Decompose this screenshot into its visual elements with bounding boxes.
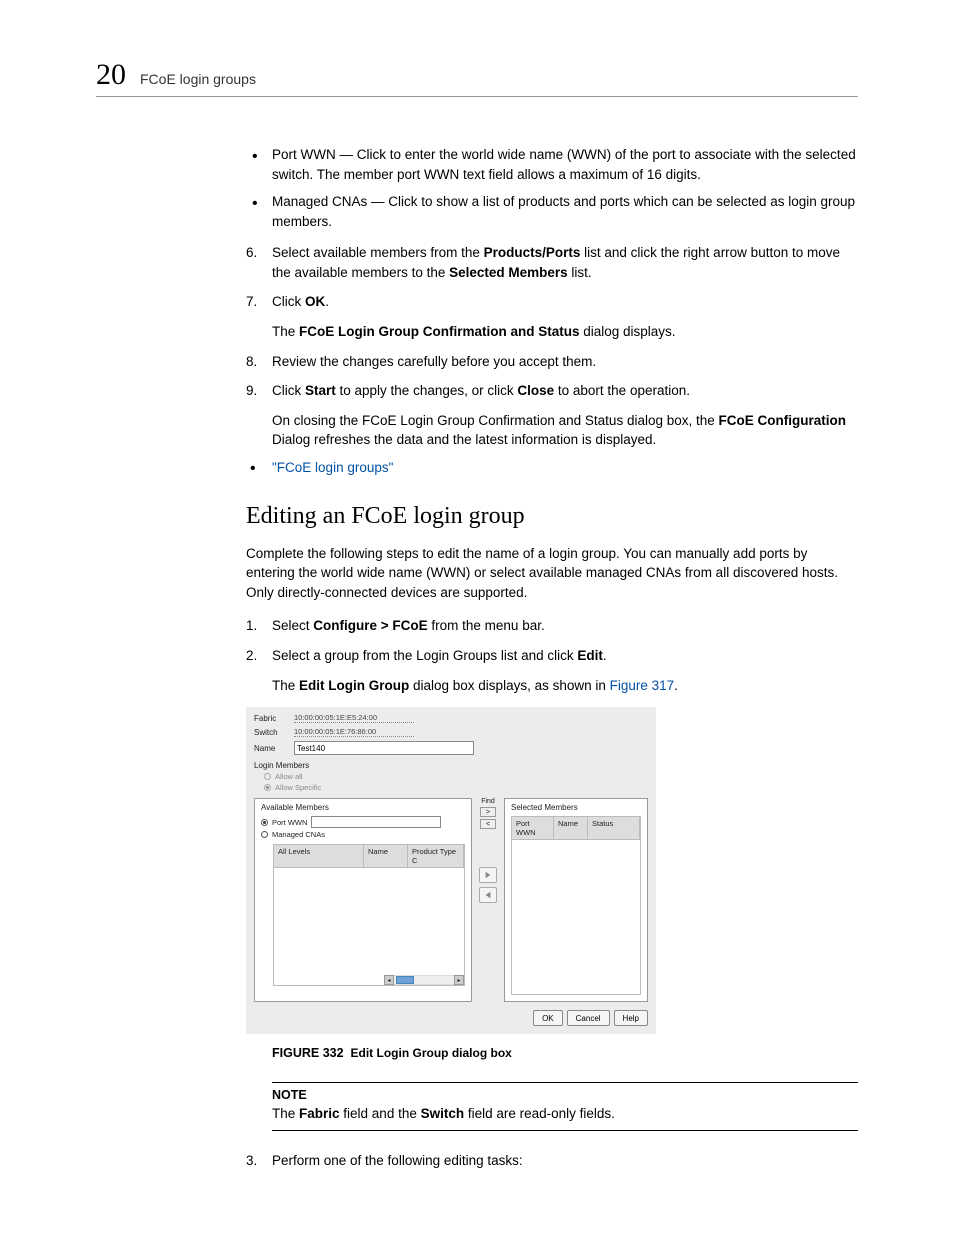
selected-members-panel: Selected Members Port WWN Name Status xyxy=(504,798,648,1002)
switch-label: Switch xyxy=(254,728,288,737)
note-body: The Fabric field and the Switch field ar… xyxy=(272,1105,858,1124)
transfer-controls: Find > < xyxy=(476,798,500,1002)
figure-caption: FIGURE 332 Edit Login Group dialog box xyxy=(246,1046,858,1060)
cancel-button[interactable]: Cancel xyxy=(567,1010,610,1026)
chevron-right-icon xyxy=(484,871,492,879)
step-item: 1.Select Configure > FCoE from the menu … xyxy=(246,616,858,636)
bullet-item: Port WWN — Click to enter the world wide… xyxy=(272,145,858,184)
step-item: 8.Review the changes carefully before yo… xyxy=(246,352,858,372)
note-block: NOTE The Fabric field and the Switch fie… xyxy=(272,1082,858,1130)
managed-cnas-radio[interactable]: Managed CNAs xyxy=(261,830,465,839)
bullet-item: Managed CNAs — Click to show a list of p… xyxy=(272,192,858,231)
step-item: 6.Select available members from the Prod… xyxy=(246,243,858,282)
move-right-button[interactable] xyxy=(479,867,497,883)
fabric-label: Fabric xyxy=(254,714,288,723)
find-label: Find xyxy=(481,798,495,805)
numbered-steps-b: 1.Select Configure > FCoE from the menu … xyxy=(246,616,858,695)
chapter-number: 20 xyxy=(96,58,126,92)
step-item: 2.Select a group from the Login Groups l… xyxy=(246,646,858,695)
name-input[interactable] xyxy=(294,741,474,755)
move-left-button[interactable] xyxy=(479,887,497,903)
step-item: 7.Click OK.The FCoE Login Group Confirma… xyxy=(246,292,858,341)
name-label: Name xyxy=(254,744,288,753)
note-title: NOTE xyxy=(272,1087,858,1105)
section-intro: Complete the following steps to edit the… xyxy=(246,544,858,603)
port-wwn-radio[interactable]: Port WWN xyxy=(261,816,465,828)
section-heading: Editing an FCoE login group xyxy=(246,503,858,530)
switch-value: 10:00:00:05:1E:76:86:00 xyxy=(294,727,414,737)
fcoe-login-groups-link[interactable]: "FCoE login groups" xyxy=(272,460,393,475)
selected-members-label: Selected Members xyxy=(511,803,641,812)
edit-login-group-dialog: Fabric 10:00:00:05:1E:E5:24:00 Switch 10… xyxy=(246,707,656,1034)
ok-button[interactable]: OK xyxy=(533,1010,563,1026)
sub-bullet-list: Port WWN — Click to enter the world wide… xyxy=(246,145,858,231)
available-members-label: Available Members xyxy=(261,803,465,812)
available-table-body: ◂ ▸ xyxy=(273,868,465,986)
numbered-steps-a: 6.Select available members from the Prod… xyxy=(246,243,858,450)
scroll-right-icon[interactable]: ▸ xyxy=(454,975,464,985)
available-table-header: All Levels Name Product Type C xyxy=(273,844,465,868)
find-next-button[interactable]: > xyxy=(480,807,496,817)
toc-item: "FCoE login groups" xyxy=(246,460,858,475)
fabric-value: 10:00:00:05:1E:E5:24:00 xyxy=(294,713,414,723)
port-wwn-input[interactable] xyxy=(311,816,441,828)
help-button[interactable]: Help xyxy=(614,1010,648,1026)
step-item: 9.Click Start to apply the changes, or c… xyxy=(246,381,858,450)
available-members-panel: Available Members Port WWN Managed CNAs … xyxy=(254,798,472,1002)
login-members-label: Login Members xyxy=(254,761,648,770)
find-prev-button[interactable]: < xyxy=(480,819,496,829)
related-link-list: "FCoE login groups" xyxy=(246,460,858,475)
allow-specific-radio[interactable]: Allow Specific xyxy=(264,783,648,792)
horizontal-scrollbar[interactable]: ◂ ▸ xyxy=(384,975,464,985)
step-item: 3.Perform one of the following editing t… xyxy=(246,1151,858,1171)
selected-table-body xyxy=(511,840,641,995)
selected-table-header: Port WWN Name Status xyxy=(511,816,641,840)
scroll-left-icon[interactable]: ◂ xyxy=(384,975,394,985)
allow-all-radio[interactable]: Allow all xyxy=(264,772,648,781)
page-header: 20 FCoE login groups xyxy=(96,58,858,97)
chapter-title: FCoE login groups xyxy=(140,71,256,87)
chevron-left-icon xyxy=(484,891,492,899)
numbered-steps-c: 3.Perform one of the following editing t… xyxy=(246,1151,858,1171)
figure-container: Fabric 10:00:00:05:1E:E5:24:00 Switch 10… xyxy=(246,707,858,1034)
